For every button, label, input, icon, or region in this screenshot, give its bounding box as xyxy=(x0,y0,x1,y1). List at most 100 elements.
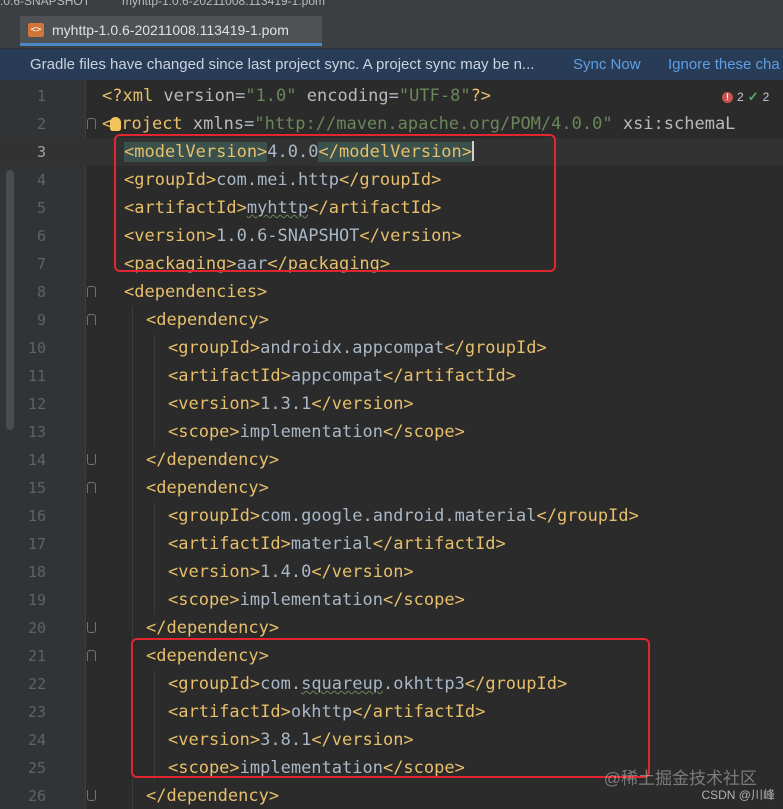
code-token: <artifactId> xyxy=(168,534,291,554)
code-token: </scope> xyxy=(382,590,465,610)
line-number[interactable]: 7 xyxy=(0,250,46,278)
line-number[interactable]: 14 xyxy=(0,446,46,474)
highlight-box-okhttp-dependency xyxy=(131,638,650,778)
intention-bulb-icon[interactable] xyxy=(110,117,122,131)
code-text: <groupId>com.google.android.material</gr… xyxy=(168,502,639,530)
code-line[interactable]: 13 <scope>implementation</scope> xyxy=(0,418,783,446)
csdn-credit: CSDN @川峰 xyxy=(701,788,775,802)
fold-expand-icon[interactable] xyxy=(87,286,96,297)
line-number[interactable]: 26 xyxy=(0,782,46,809)
fold-expand-icon[interactable] xyxy=(87,314,96,325)
code-text: <dependencies> xyxy=(124,278,267,306)
code-text: </dependency> xyxy=(146,446,279,474)
line-number[interactable]: 4 xyxy=(0,166,46,194)
code-token: <?xml xyxy=(102,86,164,106)
fold-expand-icon[interactable] xyxy=(87,482,96,493)
code-editor[interactable]: 1 <?xml version="1.0" encoding="UTF-8"?> 2… xyxy=(0,80,783,809)
line-number[interactable]: 3 xyxy=(0,138,46,166)
code-token: <version> xyxy=(168,562,261,582)
code-token: </dependency> xyxy=(146,786,280,806)
code-text: <version>1.4.0</version> xyxy=(168,558,414,586)
ignore-changes-link[interactable]: Ignore these cha xyxy=(668,56,780,73)
line-number[interactable]: 21 xyxy=(0,642,46,670)
line-number[interactable]: 24 xyxy=(0,726,46,754)
code-token: </version> xyxy=(311,394,414,414)
line-number[interactable]: 9 xyxy=(0,306,46,334)
code-text: <?xml version="1.0" encoding="UTF-8"?> xyxy=(102,82,491,110)
code-token: "http://maven.apache.org/POM/4.0.0" xyxy=(254,114,613,134)
code-token: <dependencies> xyxy=(124,282,268,302)
breadcrumb-file[interactable]: myhttp-1.0.6-20211008.113419-1.pom xyxy=(122,0,325,8)
code-token: androidx.appcompat xyxy=(260,338,445,358)
sync-now-link[interactable]: Sync Now xyxy=(573,56,641,73)
breadcrumb-module[interactable]: .0.6-SNAPSHOT xyxy=(0,0,90,8)
code-text: <version>1.3.1</version> xyxy=(168,390,414,418)
tab-pom-file[interactable]: <> myhttp-1.0.6-20211008.113419-1.pom xyxy=(20,16,322,46)
code-line[interactable]: 18 <version>1.4.0</version> xyxy=(0,558,783,586)
error-count: 2 xyxy=(737,90,744,104)
warning-count: 2 xyxy=(762,90,770,104)
fold-expand-icon[interactable] xyxy=(87,118,96,129)
line-number[interactable]: 23 xyxy=(0,698,46,726)
code-text: <scope>implementation</scope> xyxy=(168,586,465,614)
line-number[interactable]: 15 xyxy=(0,474,46,502)
code-text: <artifactId>material</artifactId> xyxy=(168,530,506,558)
code-token: xsi:schemaL xyxy=(622,114,736,134)
line-number[interactable]: 19 xyxy=(0,586,46,614)
code-token: </dependency> xyxy=(146,618,280,638)
code-line[interactable]: 1 <?xml version="1.0" encoding="UTF-8"?> xyxy=(0,82,783,110)
code-line[interactable]: 9 <dependency> xyxy=(0,306,783,334)
code-line[interactable]: 10 <groupId>androidx.appcompat</groupId> xyxy=(0,334,783,362)
gradle-sync-notification: Gradle files have changed since last pro… xyxy=(0,49,783,80)
inspection-widget[interactable]: ! 2 ✓ 2 xyxy=(722,89,769,105)
code-line[interactable]: 17 <artifactId>material</artifactId> xyxy=(0,530,783,558)
code-token: </version> xyxy=(311,562,414,582)
code-text: <dependency> xyxy=(146,306,269,334)
code-token: <groupId> xyxy=(168,506,261,526)
code-token: <scope> xyxy=(168,590,240,610)
line-number[interactable]: 18 xyxy=(0,558,46,586)
code-text: <scope>implementation</scope> xyxy=(168,418,465,446)
fold-end-icon[interactable] xyxy=(87,622,96,633)
xml-file-icon: <> xyxy=(28,22,44,37)
code-text: <artifactId>appcompat</artifactId> xyxy=(168,362,516,390)
code-line[interactable]: 11 <artifactId>appcompat</artifactId> xyxy=(0,362,783,390)
error-icon: ! xyxy=(722,91,733,103)
line-number[interactable]: 17 xyxy=(0,530,46,558)
code-token: = xyxy=(388,86,399,106)
code-token: 1.3.1 xyxy=(260,394,312,414)
code-token: <scope> xyxy=(168,422,240,442)
code-token: appcompat xyxy=(290,366,383,386)
code-token: xmlns xyxy=(192,114,245,134)
line-number[interactable]: 13 xyxy=(0,418,46,446)
line-number[interactable]: 6 xyxy=(0,222,46,250)
fold-end-icon[interactable] xyxy=(87,454,96,465)
line-number[interactable]: 5 xyxy=(0,194,46,222)
editor-tab-bar: <> myhttp-1.0.6-20211008.113419-1.pom xyxy=(0,10,783,49)
code-line[interactable]: 8 <dependencies> xyxy=(0,278,783,306)
code-line[interactable]: 15 <dependency> xyxy=(0,474,783,502)
code-token: = xyxy=(235,86,246,106)
fold-end-icon[interactable] xyxy=(87,790,96,801)
line-number[interactable]: 2 xyxy=(0,110,46,138)
line-number[interactable]: 10 xyxy=(0,334,46,362)
line-number[interactable]: 25 xyxy=(0,754,46,782)
line-number[interactable]: 1 xyxy=(0,82,46,110)
line-number[interactable]: 22 xyxy=(0,670,46,698)
code-line[interactable]: 19 <scope>implementation</scope> xyxy=(0,586,783,614)
code-token: "UTF-8" xyxy=(398,86,471,106)
code-line[interactable]: 12 <version>1.3.1</version> xyxy=(0,390,783,418)
line-number[interactable]: 16 xyxy=(0,502,46,530)
code-token: <version> xyxy=(168,394,261,414)
code-line[interactable]: 16 <groupId>com.google.android.material</… xyxy=(0,502,783,530)
fold-expand-icon[interactable] xyxy=(87,650,96,661)
line-number[interactable]: 8 xyxy=(0,278,46,306)
code-token: </artifactId> xyxy=(372,534,506,554)
code-line[interactable]: 14 </dependency> xyxy=(0,446,783,474)
line-number[interactable]: 12 xyxy=(0,390,46,418)
line-number[interactable]: 11 xyxy=(0,362,46,390)
line-number[interactable]: 20 xyxy=(0,614,46,642)
code-token: ?> xyxy=(470,86,492,106)
